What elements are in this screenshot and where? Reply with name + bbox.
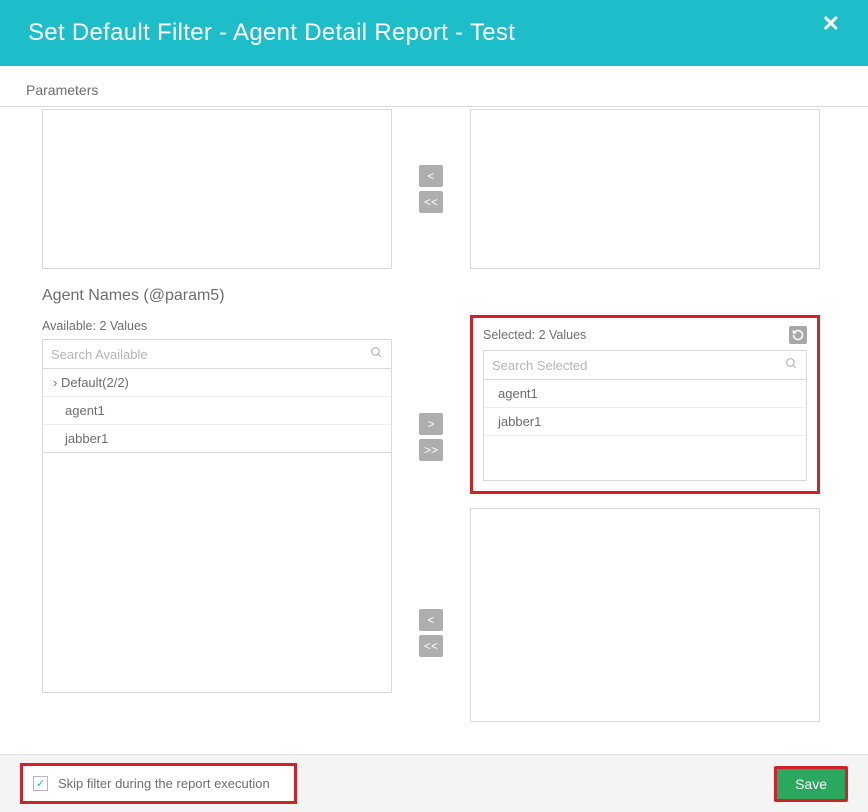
available-tree[interactable]: › Default(2/2) agent1 jabber1 — [42, 369, 392, 453]
move-all-left-button-2[interactable]: << — [419, 635, 443, 657]
modal-header: Set Default Filter - Agent Detail Report… — [0, 0, 868, 66]
move-left-button[interactable]: < — [419, 165, 443, 187]
param5-label: Agent Names (@param5) — [42, 287, 844, 305]
tab-parameters[interactable]: Parameters — [20, 74, 104, 106]
selected-search-input[interactable] — [492, 358, 785, 373]
modal-title: Set Default Filter - Agent Detail Report… — [28, 19, 515, 47]
selected-list-fill — [484, 436, 806, 480]
available-count-label: Available: 2 Values — [42, 319, 147, 333]
selected-search[interactable] — [483, 350, 807, 380]
footer-bar: ✓ Skip filter during the report executio… — [0, 754, 868, 812]
available-search[interactable] — [42, 339, 392, 369]
available-search-input[interactable] — [51, 347, 370, 362]
chevron-right-icon: › — [53, 375, 57, 390]
skip-filter-label: Skip filter during the report execution — [58, 776, 270, 791]
selected-list[interactable]: agent1 jabber1 — [483, 380, 807, 481]
param5-transfer-row: Available: 2 Values › Default(2/2) agent… — [42, 319, 844, 722]
search-icon — [785, 357, 798, 373]
available-group-default[interactable]: › Default(2/2) — [43, 369, 391, 397]
available-item-agent1[interactable]: agent1 — [43, 397, 391, 425]
skip-filter-container: ✓ Skip filter during the report executio… — [20, 763, 297, 804]
selected-item-jabber1[interactable]: jabber1 — [484, 408, 806, 436]
selected-count-label: Selected: 2 Values — [483, 328, 586, 342]
available-group-label: Default(2/2) — [61, 375, 129, 390]
selected-column: Selected: 2 Values agent1 jabber1 — [470, 319, 820, 722]
save-button[interactable]: Save — [774, 766, 848, 802]
selected-highlight-box: Selected: 2 Values agent1 jabber1 — [470, 315, 820, 494]
available-item-jabber1[interactable]: jabber1 — [43, 425, 391, 452]
selected-item-agent1[interactable]: agent1 — [484, 380, 806, 408]
parameters-panel[interactable]: < << Agent Names (@param5) Available: 2 … — [0, 103, 868, 754]
transfer-buttons: > >> < << — [392, 319, 470, 657]
upper-transfer-row: < << — [42, 109, 844, 269]
available-column: Available: 2 Values › Default(2/2) agent… — [42, 319, 392, 693]
search-icon — [370, 346, 383, 362]
selected-overflow-box[interactable] — [470, 508, 820, 722]
move-left-button-2[interactable]: < — [419, 609, 443, 631]
move-right-button[interactable]: > — [419, 413, 443, 435]
move-all-left-button[interactable]: << — [419, 191, 443, 213]
move-all-right-button[interactable]: >> — [419, 439, 443, 461]
skip-filter-checkbox[interactable]: ✓ — [33, 776, 48, 791]
upper-available-list[interactable] — [42, 109, 392, 269]
available-list-fill[interactable] — [42, 453, 392, 693]
reset-selected-button[interactable] — [789, 326, 807, 344]
close-icon[interactable]: ✕ — [822, 11, 840, 37]
upper-selected-list[interactable] — [470, 109, 820, 269]
